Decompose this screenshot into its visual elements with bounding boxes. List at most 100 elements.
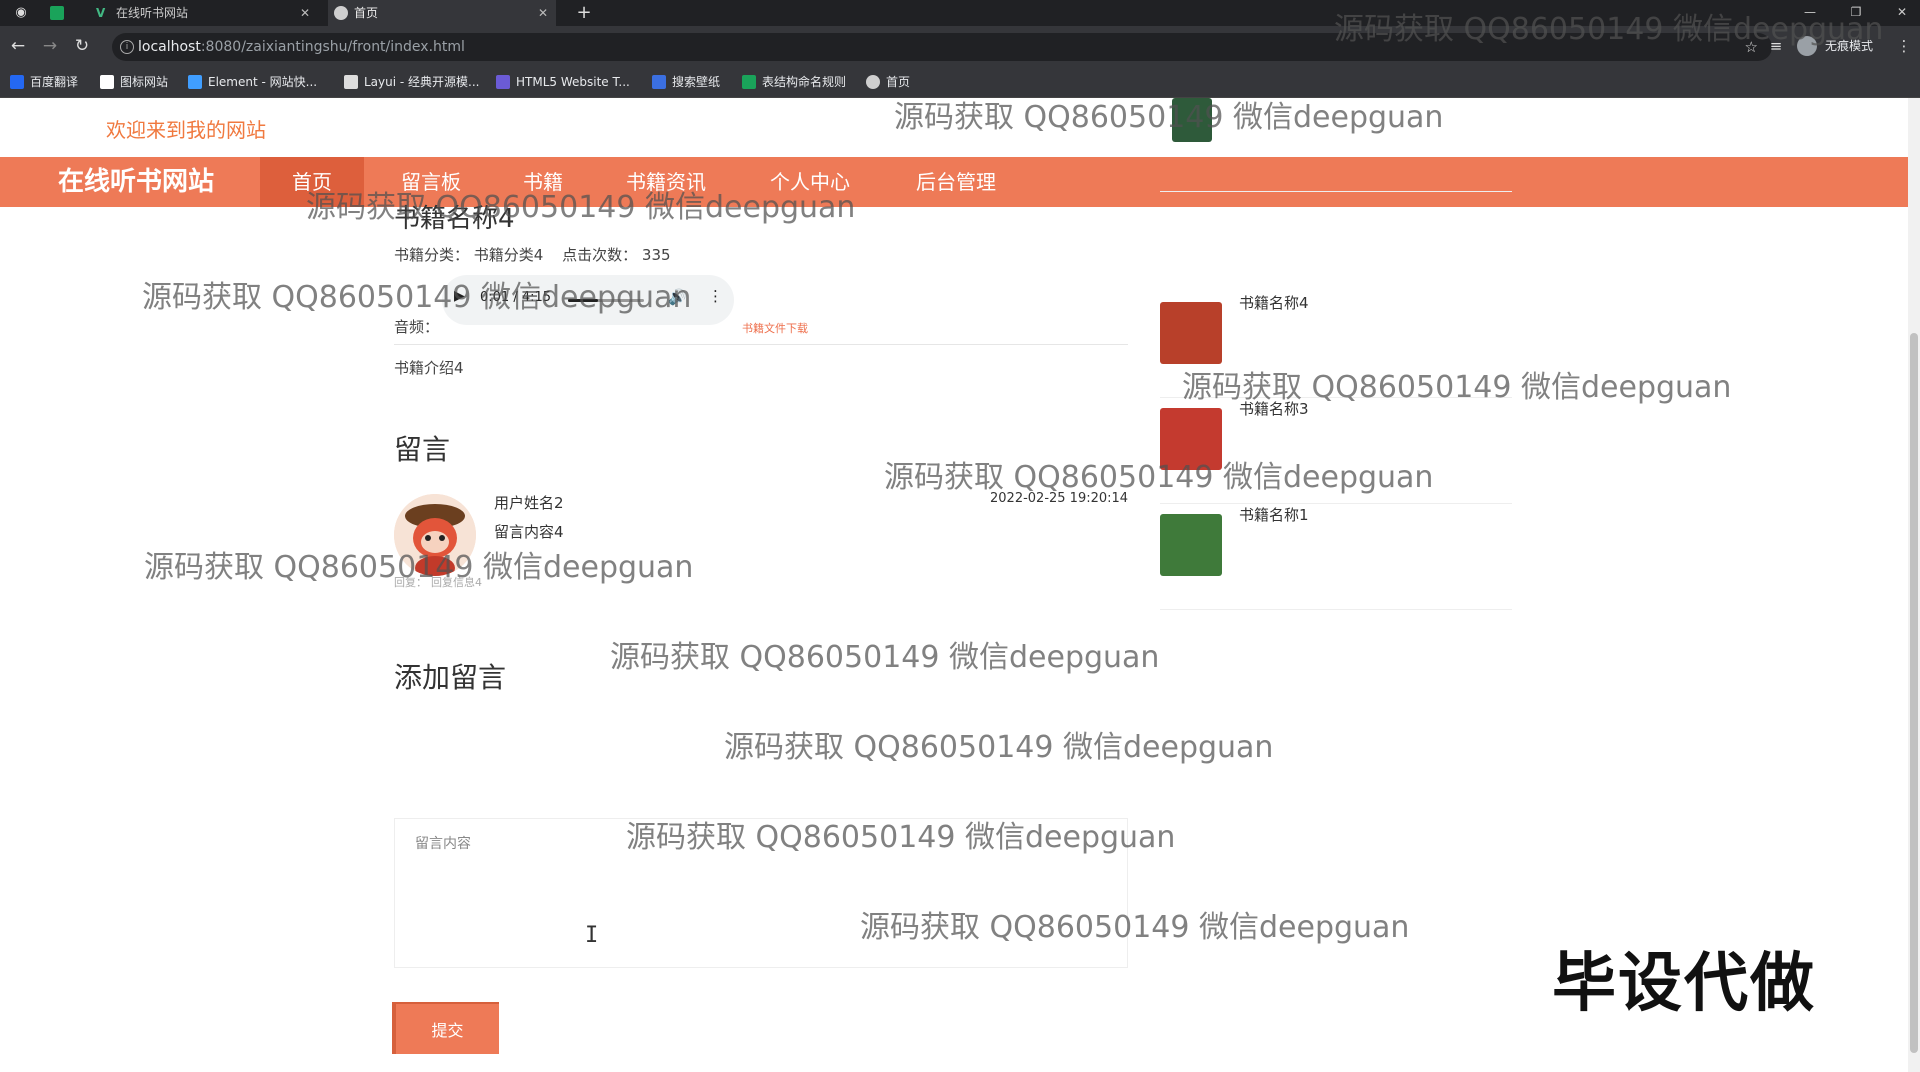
bookmark-label: Element - 网站快... (208, 75, 318, 89)
bookmark-item[interactable]: HTML5 Website T... (496, 73, 630, 91)
audio-time: 0:01 / 4:15 (480, 290, 552, 305)
book-title: 书籍名称4 (394, 204, 515, 234)
more-options-icon[interactable]: ⋮ (708, 287, 723, 305)
clicks-value: 335 (641, 246, 671, 264)
tab-title: 在线听书网站 (116, 6, 189, 20)
back-icon[interactable]: ← (8, 36, 28, 56)
book-cover-image (1160, 302, 1222, 364)
bookmark-item[interactable]: 搜索壁纸 (652, 73, 720, 91)
comment-content: 留言内容4 (494, 523, 564, 541)
layui-icon (344, 75, 358, 89)
url-path: :8080/zaixiantingshu/front/index.html (200, 39, 465, 55)
nav-home[interactable]: 首页 (260, 157, 364, 207)
download-link[interactable]: 书籍文件下载 (742, 320, 808, 336)
translate-icon (10, 75, 24, 89)
audio-progress-track[interactable] (568, 299, 644, 302)
forward-icon[interactable]: → (40, 36, 60, 56)
minimize-icon[interactable]: — (1792, 0, 1828, 26)
incognito-indicator[interactable]: 无痕模式 (1797, 34, 1873, 58)
comment-time: 2022-02-25 19:20:14 (990, 491, 1129, 506)
incognito-label: 无痕模式 (1825, 39, 1874, 53)
reload-icon[interactable]: ↻ (72, 36, 92, 56)
divider (394, 344, 1128, 345)
audio-progress-fill (568, 299, 599, 302)
pinned-tab-icon[interactable] (50, 6, 64, 20)
bookmark-label: Layui - 经典开源模... (364, 75, 480, 89)
book-meta: 书籍分类： 书籍分类4 点击次数： 335 (394, 244, 671, 265)
category-label: 书籍分类： (394, 246, 470, 264)
sidebar-book-item[interactable] (1160, 98, 1512, 192)
nav-user-center[interactable]: 个人中心 (748, 157, 872, 207)
vue-icon: V (96, 6, 106, 20)
play-icon[interactable]: ▶ (454, 288, 465, 304)
new-tab-icon[interactable]: + (575, 4, 593, 22)
bookmark-label: 表结构命名规则 (762, 75, 847, 89)
browser-menu-icon[interactable]: ◉ (12, 4, 30, 22)
bookmark-item[interactable]: 表结构命名规则 (742, 73, 846, 91)
avatar-illustration (394, 494, 476, 576)
avatar (394, 494, 476, 576)
comments-heading: 留言 (394, 433, 451, 466)
globe-icon (866, 75, 880, 89)
more-menu-icon[interactable]: ⋮ (1894, 36, 1914, 56)
bookmark-item[interactable]: Layui - 经典开源模... (344, 73, 479, 91)
sidebar-book-name[interactable]: 书籍名称4 (1239, 292, 1309, 313)
clicks-label: 点击次数： (562, 246, 638, 264)
overlay-caption: 毕设代做 (1552, 947, 1816, 1021)
url-field[interactable]: i localhost:8080/zaixiantingshu/front/in… (112, 33, 1772, 61)
text-cursor-icon: I (585, 923, 599, 948)
scrollbar-thumb[interactable] (1910, 333, 1918, 1053)
bookmark-item[interactable]: 首页 (866, 73, 910, 91)
bookmark-item[interactable]: 图标网站 (100, 73, 168, 91)
sidebar-book-name[interactable]: 书籍名称1 (1239, 504, 1309, 525)
restore-icon[interactable]: ❐ (1838, 0, 1874, 26)
reply-label: 回复： (394, 576, 427, 589)
bookmarks-bar: 百度翻译 图标网站 Element - 网站快... Layui - 经典开源模… (0, 66, 1920, 98)
bookmark-label: 图标网站 (120, 75, 169, 89)
close-tab-icon[interactable]: ✕ (538, 0, 548, 26)
comment-textarea[interactable] (394, 818, 1128, 968)
reading-list-icon[interactable]: ≡ (1766, 36, 1786, 56)
page-scrollbar[interactable] (1908, 98, 1920, 1072)
address-bar-row: ← → ↻ i localhost:8080/zaixiantingshu/fr… (0, 26, 1920, 66)
book-cover-image (1160, 408, 1222, 470)
tab-home[interactable]: 首页 ✕ (328, 0, 556, 26)
info-icon[interactable]: i (120, 40, 134, 54)
sidebar-book-item[interactable]: 书籍名称4 (1160, 292, 1512, 398)
nav-book-news[interactable]: 书籍资讯 (604, 157, 728, 207)
audio-label: 音频： (394, 318, 440, 336)
bookmark-item[interactable]: 百度翻译 (10, 73, 78, 91)
page-viewport: 欢迎来到我的网站 在线听书网站 首页 留言板 书籍 书籍资讯 个人中心 后台管理… (0, 98, 1920, 1072)
reply-content: 回复信息4 (431, 576, 482, 589)
volume-icon[interactable]: 🔊 (668, 288, 687, 306)
star-icon[interactable]: ☆ (1745, 33, 1758, 61)
bookmark-label: 百度翻译 (30, 75, 79, 89)
book-cover-image (1172, 98, 1212, 142)
sidebar-book-item[interactable]: 书籍名称1 (1160, 504, 1512, 610)
submit-button[interactable]: 提交 (392, 1002, 499, 1054)
close-window-icon[interactable]: ✕ (1884, 0, 1920, 26)
add-comment-heading: 添加留言 (394, 661, 507, 694)
table-icon (742, 75, 756, 89)
tab-site[interactable]: V 在线听书网站 ✕ (90, 0, 318, 26)
flag-icon (100, 75, 114, 89)
url-host: localhost (138, 39, 201, 55)
wallpaper-icon (652, 75, 666, 89)
site-logo[interactable]: 在线听书网站 (58, 157, 214, 207)
sidebar-book-item[interactable]: 书籍名称3 (1160, 398, 1512, 504)
nav-admin[interactable]: 后台管理 (894, 157, 1018, 207)
bookmark-item[interactable]: Element - 网站快... (188, 73, 317, 91)
html5-icon (496, 75, 510, 89)
comment-user: 用户姓名2 (494, 494, 564, 512)
bookmark-label: HTML5 Website T... (516, 75, 630, 89)
book-intro: 书籍介绍4 (394, 359, 464, 377)
browser-tab-bar: ◉ V 在线听书网站 ✕ 首页 ✕ + — ❐ ✕ (0, 0, 1920, 26)
bookmark-label: 首页 (886, 75, 911, 89)
site-navbar: 在线听书网站 首页 留言板 书籍 书籍资讯 个人中心 后台管理 (0, 157, 1908, 207)
incognito-icon (1797, 36, 1817, 56)
welcome-text: 欢迎来到我的网站 (106, 118, 266, 142)
audio-player[interactable]: ▶ 0:01 / 4:15 🔊 ⋮ (442, 275, 734, 325)
book-cover-image (1160, 514, 1222, 576)
sidebar-book-name[interactable]: 书籍名称3 (1239, 398, 1309, 419)
close-tab-icon[interactable]: ✕ (300, 0, 310, 26)
